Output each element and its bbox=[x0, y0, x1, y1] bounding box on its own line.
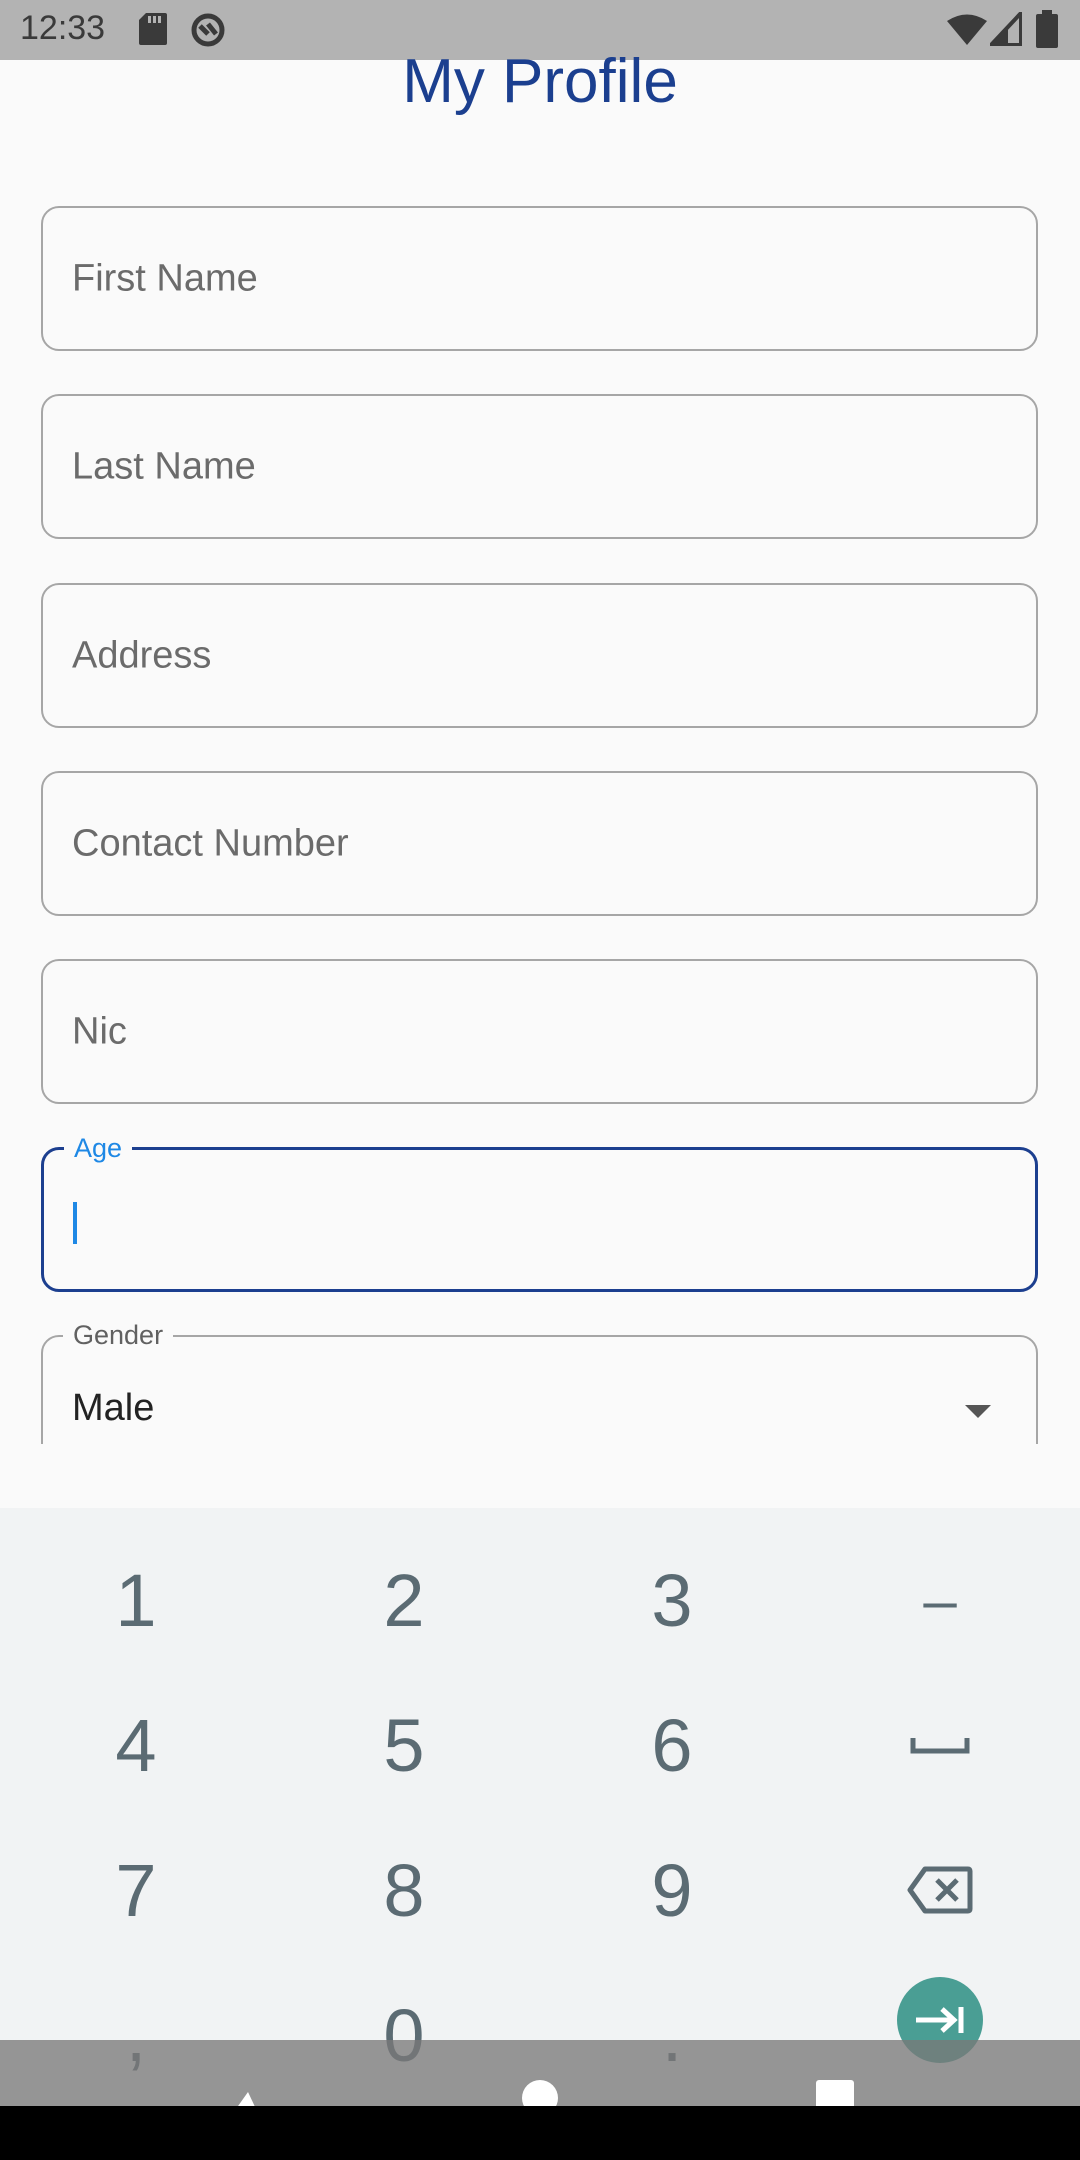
gender-dropdown[interactable]: Gender Male bbox=[41, 1318, 1038, 1444]
address-placeholder: Address bbox=[72, 634, 212, 676]
address-field[interactable]: Address bbox=[41, 583, 1038, 728]
text-cursor bbox=[73, 1202, 77, 1244]
space-icon bbox=[910, 1738, 970, 1754]
gender-label: Gender bbox=[63, 1318, 174, 1352]
gender-value: Male bbox=[72, 1387, 155, 1429]
backspace-icon bbox=[907, 1866, 973, 1914]
contact-number-field[interactable]: Contact Number bbox=[41, 771, 1038, 916]
last-name-placeholder: Last Name bbox=[72, 445, 256, 487]
last-name-field[interactable]: Last Name bbox=[41, 394, 1038, 539]
key-7[interactable]: 7 bbox=[2, 1818, 270, 1962]
key-1[interactable]: 1 bbox=[2, 1528, 270, 1672]
nic-placeholder: Nic bbox=[72, 1010, 127, 1052]
key-4[interactable]: 4 bbox=[2, 1673, 270, 1817]
bottom-bar bbox=[0, 2106, 1080, 2160]
first-name-placeholder: First Name bbox=[72, 257, 258, 299]
page-title: My Profile bbox=[402, 47, 678, 116]
key-6[interactable]: 6 bbox=[538, 1673, 806, 1817]
key-5[interactable]: 5 bbox=[270, 1673, 538, 1817]
key-9[interactable]: 9 bbox=[538, 1818, 806, 1962]
key-minus[interactable]: – bbox=[806, 1528, 1074, 1672]
contact-number-placeholder: Contact Number bbox=[72, 822, 349, 864]
age-label: Age bbox=[64, 1131, 133, 1165]
form-scroll-area[interactable]: My Profile First Name Last Name Address … bbox=[0, 0, 1080, 1444]
key-8[interactable]: 8 bbox=[270, 1818, 538, 1962]
key-2[interactable]: 2 bbox=[270, 1528, 538, 1672]
age-field[interactable]: Age bbox=[41, 1131, 1038, 1292]
dropdown-arrow-icon[interactable] bbox=[965, 1405, 991, 1418]
key-backspace[interactable] bbox=[806, 1818, 1074, 1962]
enter-icon bbox=[916, 2007, 964, 2033]
nic-field[interactable]: Nic bbox=[41, 959, 1038, 1104]
key-space[interactable] bbox=[806, 1673, 1074, 1817]
first-name-field[interactable]: First Name bbox=[41, 206, 1038, 351]
key-3[interactable]: 3 bbox=[538, 1528, 806, 1672]
